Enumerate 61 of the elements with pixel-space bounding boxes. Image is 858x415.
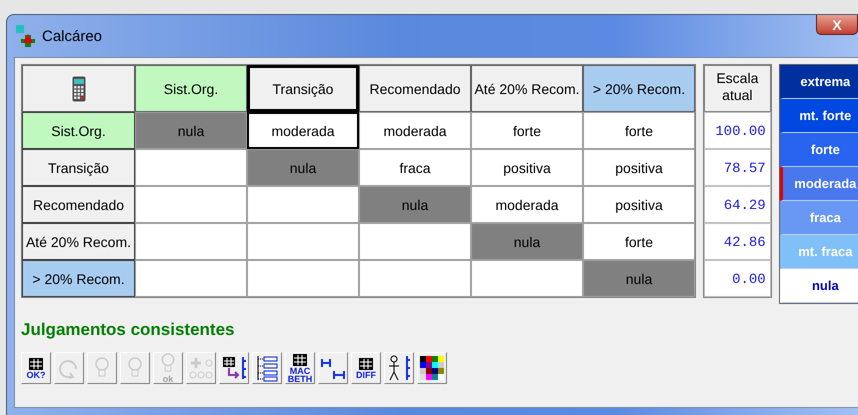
scale-value: 78.57	[704, 149, 771, 186]
row-header[interactable]: > 20% Recom.	[22, 260, 135, 297]
column-header[interactable]: > 20% Recom.	[583, 65, 695, 112]
diagonal-cell[interactable]: nula	[583, 260, 695, 297]
toolbar-button[interactable]: MAC BETH	[285, 352, 315, 384]
color-palette-icon	[420, 356, 444, 380]
scale-value: 0.00	[704, 260, 771, 297]
scale-value: 100.00	[704, 112, 771, 149]
plus-bulbs-icon	[188, 355, 214, 381]
icon-label: OK?	[26, 370, 46, 378]
icon-label: ok	[162, 375, 174, 383]
judgment-cell[interactable]: positiva	[583, 186, 695, 223]
diagonal-cell[interactable]: nula	[247, 149, 359, 186]
row-header[interactable]: Sist.Org.	[22, 112, 135, 149]
column-header[interactable]: Transição	[247, 65, 359, 112]
column-header[interactable]: Até 20% Recom.	[471, 65, 583, 112]
light-bulb-icon	[95, 357, 109, 379]
legend-item[interactable]: extrema	[780, 65, 858, 99]
column-header[interactable]: Recomendado	[359, 65, 471, 112]
stick-figure-icon	[386, 354, 412, 382]
grid-icon	[359, 358, 373, 370]
grid-arrow-icon	[221, 355, 247, 381]
scale-header: Escala atual	[704, 65, 771, 112]
judgment-cell[interactable]: positiva	[471, 149, 583, 186]
toolbar-button[interactable]	[417, 352, 447, 384]
toolbar-button[interactable]	[219, 352, 249, 384]
icon-label: DIFF	[356, 370, 376, 378]
grid-icon	[29, 358, 43, 370]
light-bulb-icon	[128, 357, 142, 379]
judgment-cell[interactable]: forte	[471, 112, 583, 149]
light-bulb-icon	[161, 353, 175, 374]
diagonal-cell[interactable]: nula	[471, 223, 583, 260]
judgment-cell[interactable]: positiva	[583, 149, 695, 186]
grid-icon	[293, 354, 307, 366]
legend-item[interactable]: forte	[780, 133, 858, 167]
row-header[interactable]: Transição	[22, 149, 135, 186]
judgment-cell[interactable]: moderada	[359, 112, 471, 149]
toolbar-button[interactable]	[318, 352, 348, 384]
toolbar-button[interactable]: OK?	[21, 352, 51, 384]
row-header[interactable]: Até 20% Recom.	[22, 223, 135, 260]
judgment-cell[interactable]: fraca	[359, 149, 471, 186]
legend-item[interactable]: moderada	[780, 167, 858, 201]
scale-value: 64.29	[704, 186, 771, 223]
window-title: Calcáreo	[42, 28, 102, 44]
toolbar-button[interactable]	[252, 352, 282, 384]
status-message: Julgamentos consistentes	[21, 320, 236, 340]
icon-label: MAC BETH	[286, 366, 314, 382]
toolbar-button[interactable]	[384, 352, 414, 384]
diagonal-cell[interactable]: nula	[135, 112, 247, 149]
scale-value: 42.86	[704, 223, 771, 260]
calculator-icon	[72, 76, 86, 102]
judgment-cell[interactable]: forte	[583, 223, 695, 260]
judgment-cell[interactable]: moderada	[247, 112, 359, 149]
toolbar-button[interactable]: DIFF	[351, 352, 381, 384]
judgment-cell[interactable]: forte	[583, 112, 695, 149]
judgment-cell[interactable]: moderada	[471, 186, 583, 223]
column-header[interactable]: Sist.Org.	[135, 65, 247, 112]
row-header[interactable]: Recomendado	[22, 186, 135, 223]
diagonal-cell[interactable]: nula	[359, 186, 471, 223]
legend-item[interactable]: mt. forte	[780, 99, 858, 133]
app-icon	[16, 25, 36, 47]
